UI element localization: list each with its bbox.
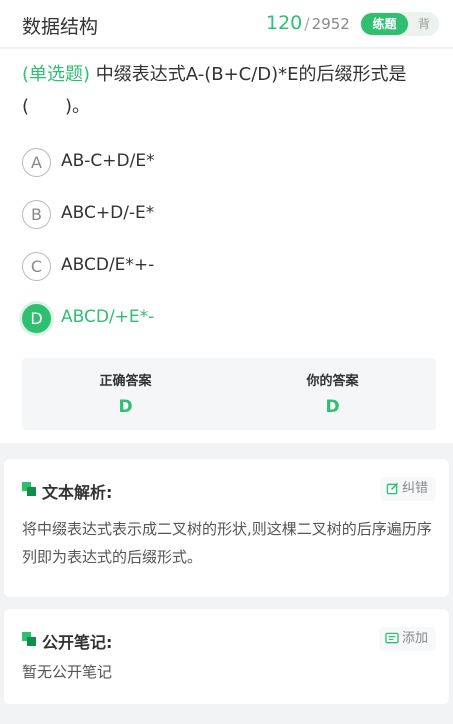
option-text: ABCD/+E*-	[61, 307, 155, 327]
notes-empty-text: 暂无公开笔记	[22, 663, 113, 681]
notes-card: 公开笔记: 添加 暂无公开笔记	[4, 609, 449, 704]
progress-current: 120	[266, 12, 303, 34]
add-note-label: 添加	[401, 631, 428, 646]
option-b[interactable]: B ABC+D/-E*	[22, 200, 322, 230]
report-error-label: 纠错	[401, 481, 428, 496]
analysis-text: 将中缀表达式表示成二叉树的形状,则这棵二叉树的后序遍历序列即为表达式的后缀形式。	[22, 520, 432, 566]
option-letter: A	[22, 148, 51, 177]
correct-answer-label: 正确答案	[99, 374, 152, 389]
option-c[interactable]: C ABCD/E*+-	[22, 252, 322, 282]
your-answer-value: D	[325, 397, 340, 417]
option-text: AB-C+D/E*	[61, 151, 155, 171]
top-bar: 数据结构 120/2952 练题 背	[0, 0, 453, 48]
analysis-card: 文本解析: 纠错 将中缀表达式表示成二叉树的形状,则这棵二叉树的后序遍历序列即为…	[4, 459, 449, 597]
question-progress: 120/2952	[266, 12, 350, 34]
subject-title: 数据结构	[22, 16, 99, 38]
question-type: (单选题)	[22, 64, 91, 85]
edit-icon	[386, 482, 399, 495]
answer-summary: 正确答案 D 你的答案 D	[22, 358, 436, 430]
section-icon	[22, 482, 36, 496]
question-card: (单选题) 中缀表达式A-(B+C/D)*E的后缀形式是( )。 A AB-C+…	[0, 49, 453, 443]
option-letter: C	[22, 252, 51, 281]
progress-separator: /	[304, 14, 310, 33]
your-answer: 你的答案 D	[229, 370, 436, 417]
question-stem: (单选题) 中缀表达式A-(B+C/D)*E的后缀形式是( )。	[22, 59, 432, 123]
analysis-title: 文本解析:	[42, 483, 113, 502]
progress-total: 2952	[311, 15, 350, 33]
section-icon	[22, 632, 36, 646]
option-d-correct[interactable]: D ABCD/+E*-	[22, 304, 322, 334]
option-text: ABC+D/-E*	[61, 203, 155, 223]
add-note-button[interactable]: 添加	[378, 627, 436, 651]
your-answer-label: 你的答案	[306, 374, 359, 389]
mode-toggle[interactable]: 练题 背	[360, 12, 439, 36]
mode-practice-tab[interactable]: 练题	[361, 13, 408, 35]
report-error-button[interactable]: 纠错	[379, 477, 436, 501]
option-letter: D	[22, 304, 51, 333]
correct-answer: 正确答案 D	[22, 370, 229, 417]
option-letter: B	[22, 200, 51, 229]
correct-answer-value: D	[118, 397, 133, 417]
notes-title: 公开笔记:	[42, 633, 113, 652]
note-icon	[385, 632, 399, 644]
option-text: ABCD/E*+-	[61, 255, 155, 275]
mode-memorize-tab[interactable]: 背	[412, 12, 436, 36]
option-a[interactable]: A AB-C+D/E*	[22, 148, 322, 178]
